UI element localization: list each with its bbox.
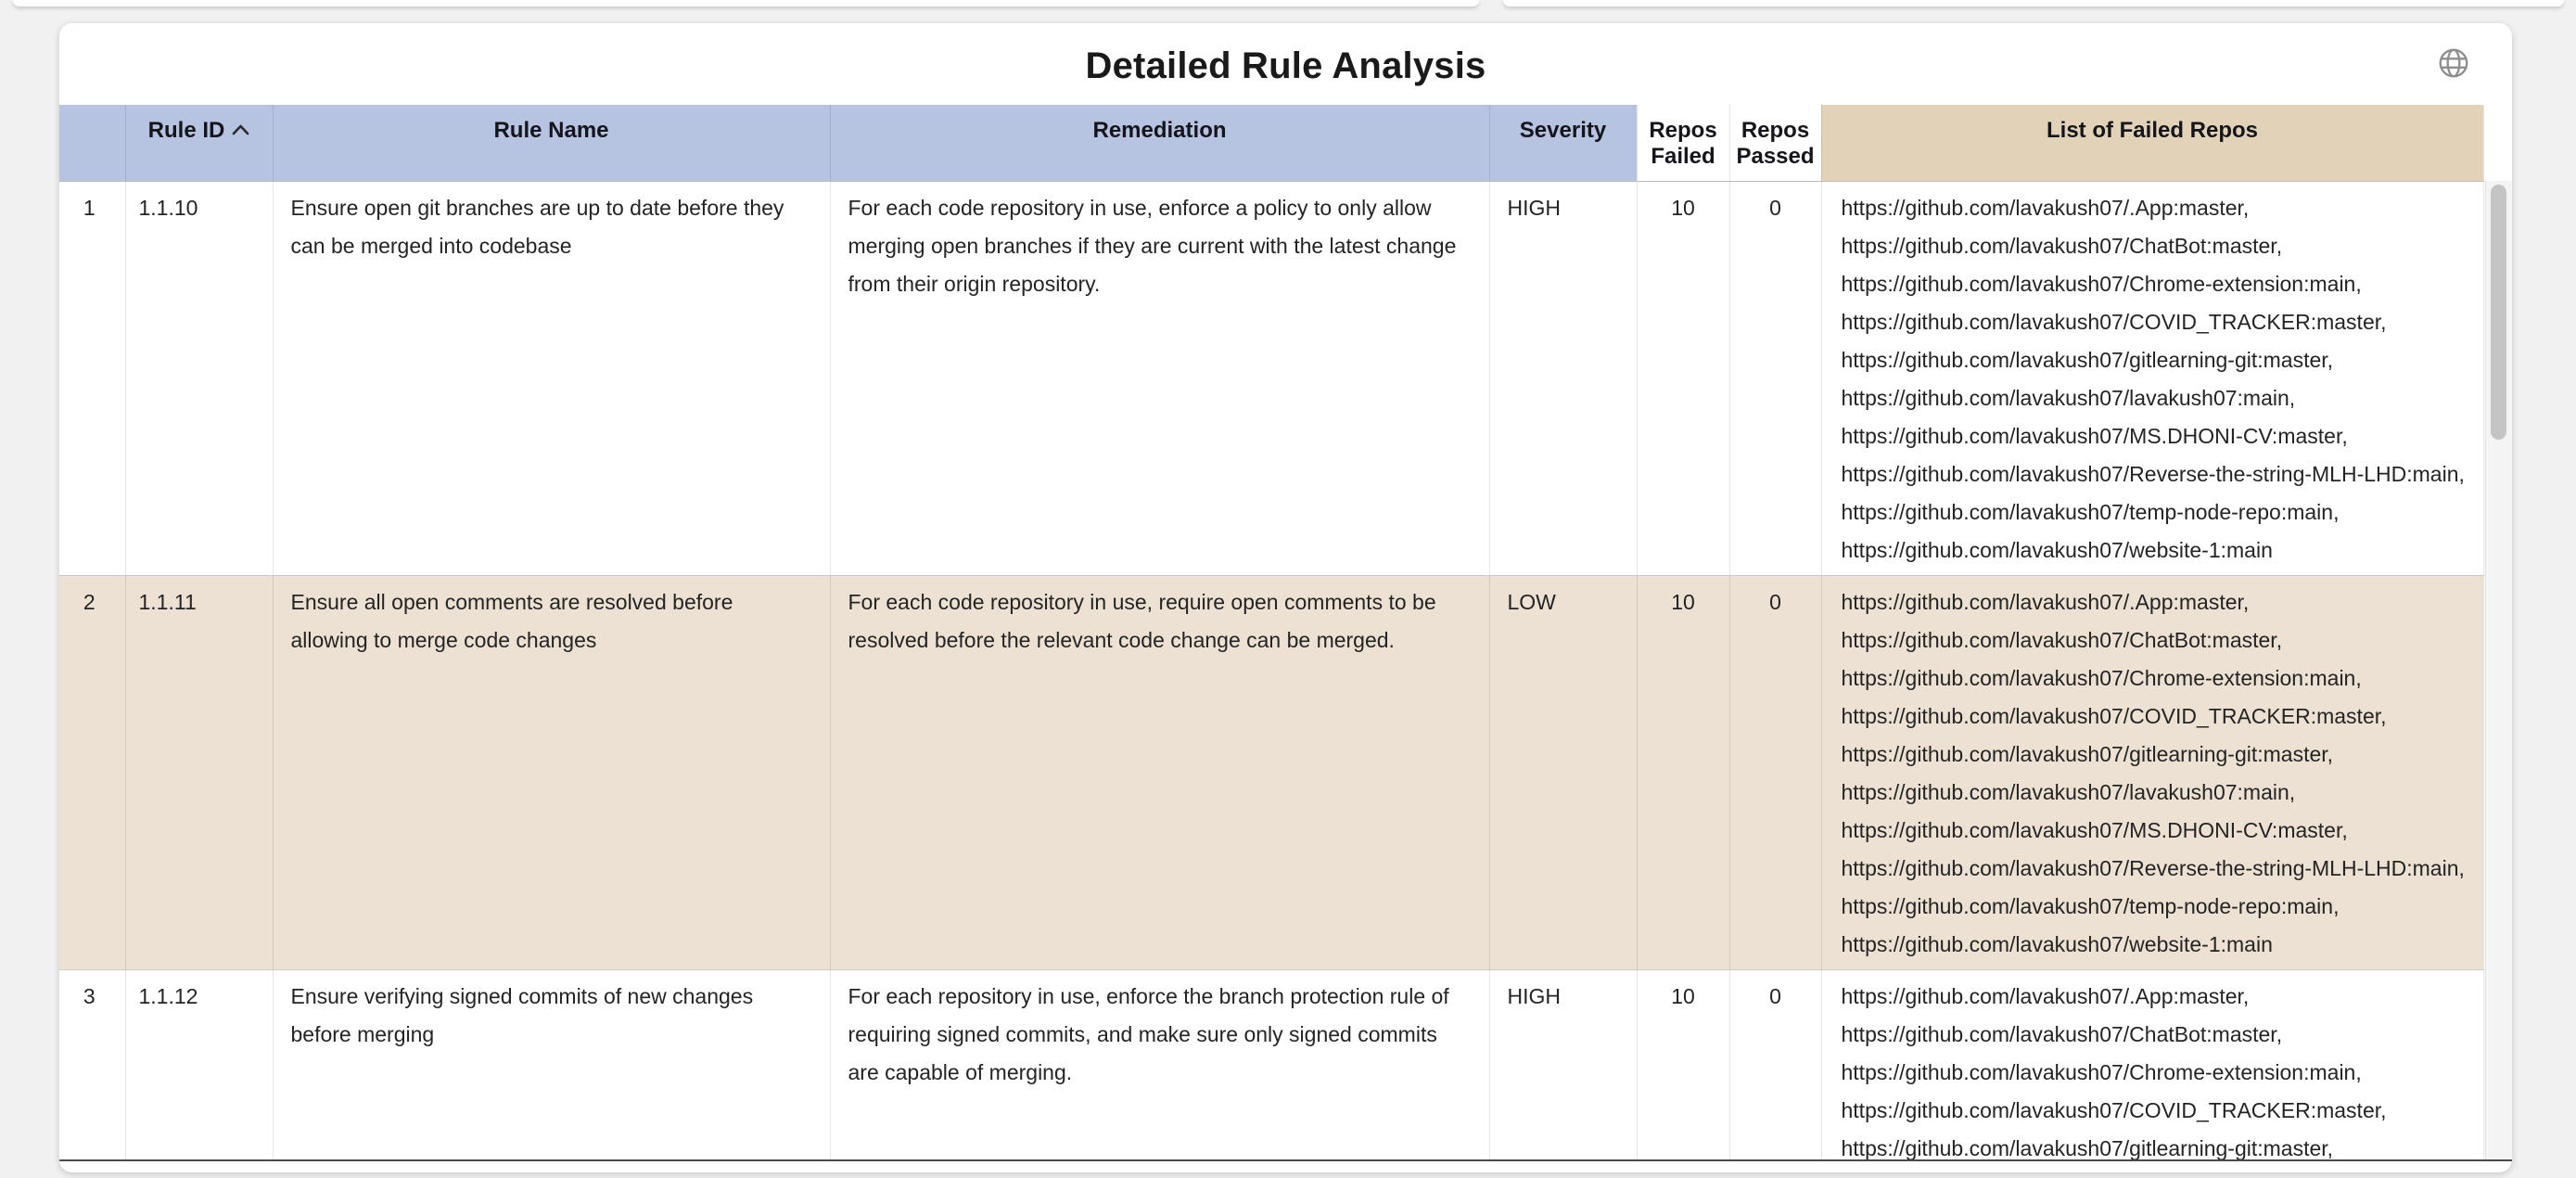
cell-row-number: 1 xyxy=(59,181,125,575)
cell-repos-passed: 0 xyxy=(1729,181,1821,575)
cell-row-number: 3 xyxy=(59,969,125,1161)
cell-repos-failed: 10 xyxy=(1637,181,1729,575)
cell-failed-repos-list: https://github.com/lavakush07/.App:maste… xyxy=(1821,181,2483,575)
rule-analysis-table-container: Rule ID Rule Name Remediation Severity R… xyxy=(59,105,2512,1161)
detailed-rule-analysis-card: Detailed Rule Analysis xyxy=(59,23,2512,1172)
cell-severity: LOW xyxy=(1489,575,1637,969)
column-header-repos-passed[interactable]: Repos Passed xyxy=(1729,105,1821,181)
page-title: Detailed Rule Analysis xyxy=(59,23,2512,109)
table-scrollbar-thumb[interactable] xyxy=(2491,185,2506,440)
cell-rule-id: 1.1.10 xyxy=(125,181,273,575)
cell-failed-repos-list: https://github.com/lavakush07/.App:maste… xyxy=(1821,575,2483,969)
column-header-rule-id[interactable]: Rule ID xyxy=(125,105,273,181)
column-header-severity[interactable]: Severity xyxy=(1489,105,1637,181)
cell-severity: HIGH xyxy=(1489,181,1637,575)
column-header-rule-id-label: Rule ID xyxy=(148,118,225,143)
cell-remediation: For each code repository in use, enforce… xyxy=(830,181,1489,575)
sort-ascending-icon xyxy=(232,123,249,135)
column-header-remediation[interactable]: Remediation xyxy=(830,105,1489,181)
cell-rule-id: 1.1.12 xyxy=(125,969,273,1161)
column-header-index[interactable] xyxy=(59,105,125,181)
cell-rule-name: Ensure all open comments are resolved be… xyxy=(273,575,830,969)
background-card-top-left xyxy=(13,0,1479,6)
table-scrollbar[interactable] xyxy=(2485,181,2512,1159)
cell-repos-passed: 0 xyxy=(1729,969,1821,1161)
cell-repos-passed: 0 xyxy=(1729,575,1821,969)
cell-failed-repos-list: https://github.com/lavakush07/.App:maste… xyxy=(1821,969,2483,1161)
cell-severity: HIGH xyxy=(1489,969,1637,1161)
column-header-rule-name[interactable]: Rule Name xyxy=(273,105,830,181)
column-header-failed-repos-list[interactable]: List of Failed Repos xyxy=(1821,105,2483,181)
cell-repos-failed: 10 xyxy=(1637,969,1729,1161)
cell-row-number: 2 xyxy=(59,575,125,969)
globe-icon[interactable] xyxy=(2436,45,2471,81)
cell-repos-failed: 10 xyxy=(1637,575,1729,969)
background-card-top-right xyxy=(1503,0,2564,6)
table-row: 2 1.1.11 Ensure all open comments are re… xyxy=(59,575,2483,969)
rule-analysis-table: Rule ID Rule Name Remediation Severity R… xyxy=(59,105,2484,1161)
table-row: 3 1.1.12 Ensure verifying signed commits… xyxy=(59,969,2483,1161)
cell-rule-name: Ensure verifying signed commits of new c… xyxy=(273,969,830,1161)
cell-rule-id: 1.1.11 xyxy=(125,575,273,969)
cell-remediation: For each code repository in use, require… xyxy=(830,575,1489,969)
table-row: 1 1.1.10 Ensure open git branches are up… xyxy=(59,181,2483,575)
column-header-repos-failed[interactable]: Repos Failed xyxy=(1637,105,1729,181)
table-header-row: Rule ID Rule Name Remediation Severity R… xyxy=(59,105,2483,181)
cell-remediation: For each repository in use, enforce the … xyxy=(830,969,1489,1161)
cell-rule-name: Ensure open git branches are up to date … xyxy=(273,181,830,575)
card-header: Detailed Rule Analysis xyxy=(59,23,2512,105)
